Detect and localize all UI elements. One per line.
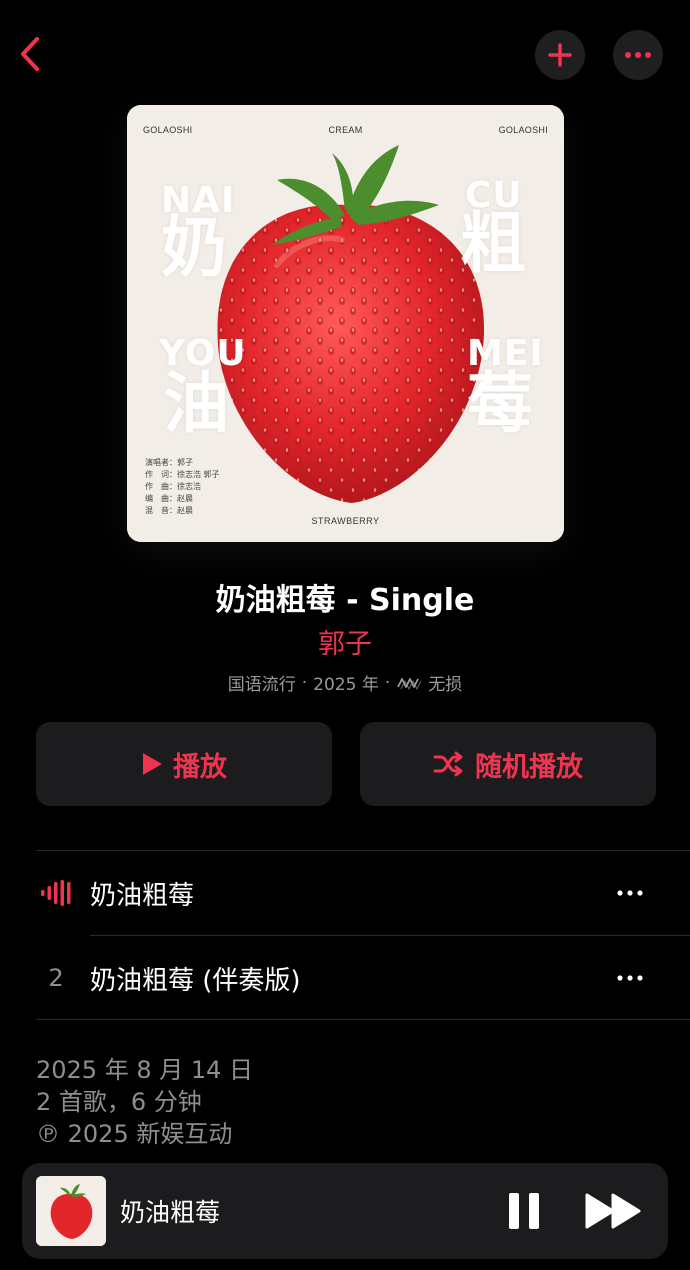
cover-mei-han: 莓	[467, 365, 533, 442]
next-track-icon[interactable]	[585, 1191, 643, 1231]
more-options-button[interactable]	[613, 30, 663, 80]
meta-separator: ·	[301, 672, 308, 693]
track-number: 2	[48, 964, 64, 992]
album-cover: GOLAOSHI CREAM GOLAOSHI NAI 奶 CU 粗 YOU 油…	[127, 105, 564, 542]
mini-player[interactable]: 奶油粗莓	[22, 1163, 668, 1259]
cover-label-right: GOLAOSHI	[498, 125, 548, 135]
album-quality: 无损	[428, 675, 463, 695]
release-date: 2025 年 8 月 14 日	[36, 1056, 254, 1084]
cover-credit-line: 作 词：徐志浩 郭子	[145, 470, 220, 479]
cover-nai-han: 奶	[161, 209, 227, 286]
album-meta: 国语流行 · 2025 年 · 无损	[0, 670, 690, 696]
album-title: 奶油粗莓 - Single	[215, 583, 475, 618]
ellipsis-icon	[625, 52, 651, 58]
pause-icon[interactable]	[506, 1191, 542, 1231]
plus-icon	[548, 43, 572, 67]
ellipsis-icon	[617, 975, 643, 981]
lossless-icon	[397, 677, 422, 690]
cover-credit-line: 编 曲：赵晨	[145, 494, 193, 503]
album-summary: 2 首歌，6 分钟	[36, 1088, 202, 1116]
cover-cu-han: 粗	[460, 205, 526, 282]
cover-credits: 演唱者：郭子 作 词：徐志浩 郭子 作 曲：徐志浩 编 曲：赵晨 混 音：赵晨	[145, 457, 220, 517]
strawberry-thumbnail	[36, 1176, 106, 1246]
top-bar	[0, 0, 690, 110]
artist-link[interactable]: 郭子	[0, 622, 690, 661]
shuffle-icon	[433, 751, 463, 777]
track-number	[36, 851, 76, 935]
chevron-left-icon	[21, 37, 39, 71]
track-more-button[interactable]	[608, 963, 652, 993]
track-title: 奶油粗莓 (伴奏版)	[90, 965, 301, 996]
track-title: 奶油粗莓	[90, 880, 195, 911]
mini-player-artwork	[36, 1176, 106, 1246]
track-more-button[interactable]	[608, 878, 652, 908]
now-playing-bars-icon	[41, 880, 71, 906]
cover-you-han: 油	[163, 365, 229, 442]
add-to-library-button[interactable]	[535, 30, 585, 80]
play-button[interactable]: 播放	[36, 722, 332, 806]
play-icon	[143, 753, 162, 775]
track-row[interactable]: 2 奶油粗莓 (伴奏版)	[0, 936, 690, 1020]
track-row[interactable]: 奶油粗莓	[0, 851, 690, 935]
shuffle-button-label: 随机播放	[475, 751, 583, 783]
back-button[interactable]	[8, 32, 52, 76]
ellipsis-icon	[617, 890, 643, 896]
cover-bottom-label: STRAWBERRY	[311, 516, 380, 526]
mini-player-title: 奶油粗莓	[120, 1198, 221, 1227]
cover-credit-line: 作 曲：徐志浩	[145, 482, 201, 491]
copyright: ℗ 2025 新娱互动	[36, 1120, 233, 1148]
album-genre: 国语流行	[227, 675, 296, 695]
shuffle-button[interactable]: 随机播放	[360, 722, 656, 806]
play-button-label: 播放	[173, 751, 227, 783]
cover-credit-line: 演唱者：郭子	[145, 458, 193, 467]
meta-separator: ·	[384, 672, 391, 693]
divider	[36, 1019, 690, 1020]
album-year: 2025 年	[313, 675, 379, 695]
